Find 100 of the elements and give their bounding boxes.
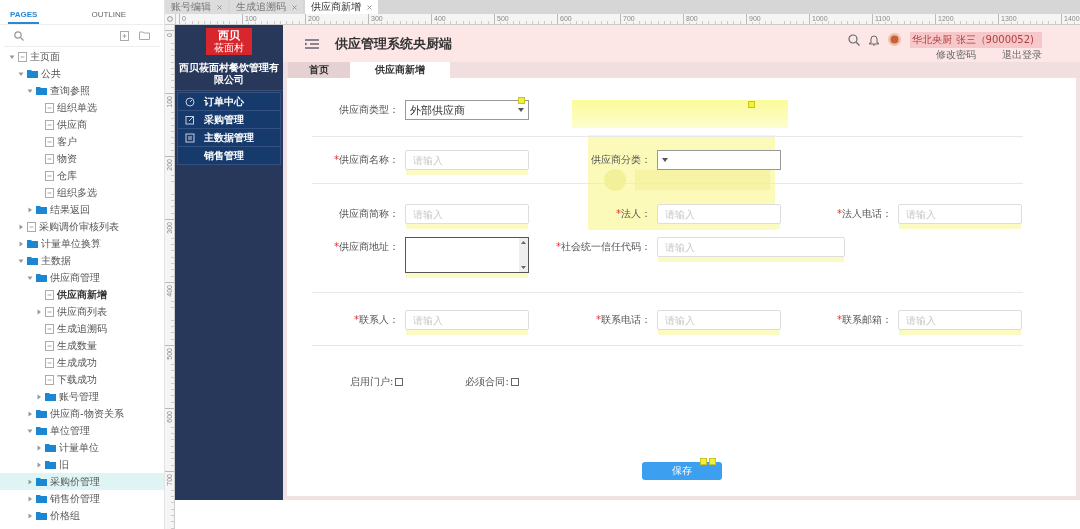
- page-tree-item[interactable]: 查询参照: [0, 82, 164, 99]
- app-title: 供应管理系统央厨端: [335, 34, 453, 53]
- page-tree-item[interactable]: 供应商-物资关系: [0, 405, 164, 422]
- caret-down-icon[interactable]: [27, 274, 33, 281]
- close-icon[interactable]: [292, 4, 297, 10]
- page-icon: [45, 170, 54, 181]
- page-tree-item[interactable]: 组织单选: [0, 99, 164, 116]
- page-tree-item[interactable]: 客户: [0, 133, 164, 150]
- page-tree-item[interactable]: 旧: [0, 456, 164, 473]
- caret-right-icon[interactable]: [36, 461, 42, 468]
- caret-right-icon[interactable]: [27, 512, 33, 519]
- add-page-icon[interactable]: [120, 30, 129, 41]
- panel-tab[interactable]: OUTLINE: [89, 10, 129, 24]
- ruler-origin-icon: [167, 16, 173, 22]
- document-tab[interactable]: 账号编辑: [165, 0, 228, 14]
- caret-right-icon[interactable]: [18, 223, 24, 230]
- folder-icon: [36, 426, 47, 435]
- header-link[interactable]: 修改密码: [936, 47, 976, 62]
- page-icon: [18, 51, 27, 62]
- folder-icon: [36, 86, 47, 95]
- page-tree-item[interactable]: 生成追溯码: [0, 320, 164, 337]
- caret-down-icon[interactable]: [18, 70, 24, 77]
- page-tree-item[interactable]: 生成成功: [0, 354, 164, 371]
- caret-down-icon: [518, 108, 524, 112]
- search-icon[interactable]: [848, 33, 861, 46]
- caret-down-icon[interactable]: [18, 257, 24, 264]
- page-tree-item[interactable]: 供应商列表: [0, 303, 164, 320]
- page-icon: [45, 306, 54, 317]
- page-icon: [45, 340, 54, 351]
- page-tree-item[interactable]: 账号管理: [0, 388, 164, 405]
- caret-right-icon[interactable]: [36, 308, 42, 315]
- page-tree-item[interactable]: 主页面: [0, 48, 164, 65]
- page-icon: [27, 221, 36, 232]
- page-tree-item[interactable]: 公共: [0, 65, 164, 82]
- caret-down-icon[interactable]: [27, 427, 33, 434]
- page-tree-item[interactable]: 供应商管理: [0, 269, 164, 286]
- search-icon[interactable]: [14, 30, 24, 41]
- folder-icon: [36, 477, 47, 486]
- gauge-icon: [185, 96, 195, 107]
- caret-right-icon[interactable]: [27, 206, 33, 213]
- checkbox-label: 必须合同:: [465, 375, 509, 389]
- dropdown[interactable]: [657, 150, 781, 170]
- menu-icon[interactable]: [305, 38, 319, 49]
- page-icon: [45, 187, 54, 198]
- document-tab[interactable]: 供应商新增: [305, 0, 378, 14]
- folder-outline-icon[interactable]: [139, 31, 150, 40]
- caret-right-icon[interactable]: [36, 444, 42, 451]
- page-tree-item[interactable]: 物资: [0, 150, 164, 167]
- field-label: *联系人：: [353, 313, 399, 327]
- checkbox[interactable]: [510, 378, 519, 386]
- panel-tab[interactable]: PAGES: [8, 10, 40, 24]
- close-icon[interactable]: [217, 4, 222, 10]
- page-tree-item[interactable]: 销售价管理: [0, 490, 164, 507]
- checkbox-label: 启用门户:: [350, 375, 394, 389]
- document-tab[interactable]: 生成追溯码: [230, 0, 303, 14]
- caret-down-icon[interactable]: [9, 53, 15, 60]
- page-tab[interactable]: 供应商新增: [350, 62, 450, 78]
- page-tree-item[interactable]: 单位管理: [0, 422, 164, 439]
- user-name: 华北央厨 张三（9000052): [910, 31, 1042, 48]
- page-tree-item[interactable]: 计量单位: [0, 439, 164, 456]
- page-tree-item[interactable]: 组织多选: [0, 184, 164, 201]
- caret-right-icon[interactable]: [27, 495, 33, 502]
- page-tree-item[interactable]: 采购调价审核列表: [0, 218, 164, 235]
- checkbox[interactable]: [395, 378, 404, 386]
- page-tree-item[interactable]: 主数据: [0, 252, 164, 269]
- field-label: *联系邮箱：: [836, 313, 892, 327]
- note-flag-icon[interactable]: [518, 97, 525, 104]
- page-tree-item[interactable]: 采购价管理: [0, 473, 164, 490]
- caret-right-icon[interactable]: [27, 478, 33, 485]
- field-label: *供应商名称：: [333, 153, 399, 167]
- avatar-icon: [888, 33, 902, 46]
- page-tree-item[interactable]: 计量单位换算: [0, 235, 164, 252]
- page-tree-item[interactable]: 生成数量: [0, 337, 164, 354]
- caret-down-icon[interactable]: [27, 87, 33, 94]
- page-tree-item[interactable]: 供应商新增: [0, 286, 164, 303]
- page-tree-item[interactable]: 供应商: [0, 116, 164, 133]
- folder-icon: [45, 460, 56, 469]
- page-tree-item[interactable]: 结果返回: [0, 201, 164, 218]
- page-tree-item[interactable]: 下载成功: [0, 371, 164, 388]
- field-label: 供应商简称：: [338, 207, 399, 221]
- caret-right-icon[interactable]: [27, 410, 33, 417]
- page-icon: [45, 119, 54, 130]
- field-label: 供应商类型：: [338, 103, 399, 117]
- page-tab[interactable]: 首页: [288, 62, 350, 78]
- page-tree-item[interactable]: 仓库: [0, 167, 164, 184]
- bell-icon[interactable]: [869, 33, 880, 46]
- caret-right-icon[interactable]: [36, 393, 42, 400]
- note-flag-icon[interactable]: [748, 101, 755, 108]
- folder-icon: [36, 494, 47, 503]
- page-icon: [45, 289, 54, 300]
- header-link[interactable]: 退出登录: [1002, 47, 1042, 62]
- close-icon[interactable]: [367, 4, 372, 10]
- page-tree-item[interactable]: 价格组: [0, 507, 164, 524]
- folder-icon: [36, 511, 47, 520]
- caret-right-icon[interactable]: [18, 240, 24, 247]
- dropdown[interactable]: 外部供应商: [405, 100, 529, 120]
- menu-item[interactable]: 销售管理: [177, 146, 281, 165]
- edit-icon: [185, 114, 195, 125]
- folder-icon: [36, 409, 47, 418]
- caret-down-icon: [662, 158, 668, 162]
